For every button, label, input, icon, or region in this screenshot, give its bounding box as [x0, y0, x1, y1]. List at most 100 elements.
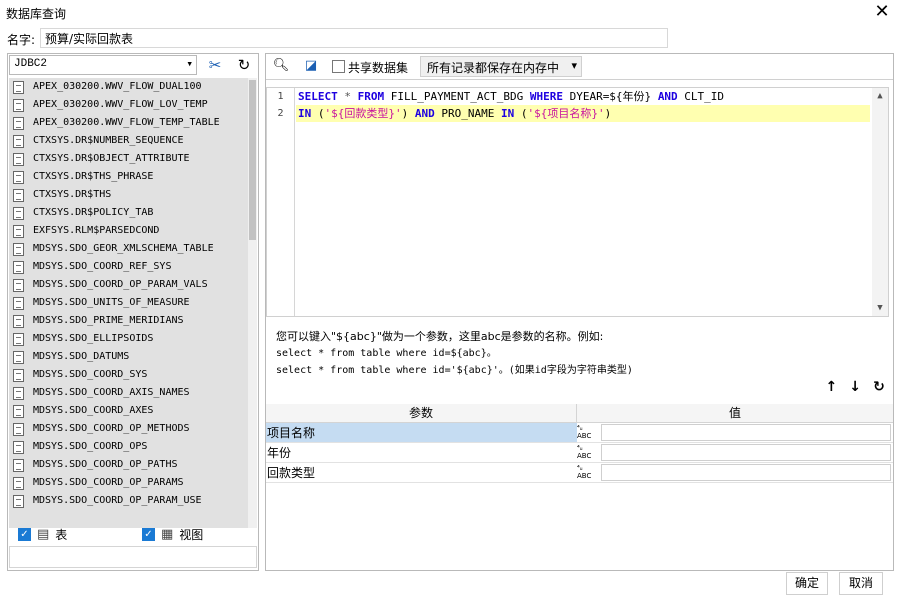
table-list-item[interactable]: MDSYS.SDO_ELLIPSOIDS [9, 330, 249, 348]
string-type-icon[interactable]: ⁴ᵤ ABC [577, 463, 601, 482]
name-label: 名字: [7, 33, 36, 47]
scrollbar-thumb[interactable] [249, 80, 256, 240]
table-list-item[interactable]: CTXSYS.DR$THS [9, 186, 249, 204]
close-icon[interactable]: ✕ [872, 2, 892, 22]
ok-button[interactable]: 确定 [786, 572, 828, 595]
table-list-item[interactable]: MDSYS.SDO_PRIME_MERIDIANS [9, 312, 249, 330]
table-name: CTXSYS.DR$NUMBER_SEQUENCE [33, 135, 184, 146]
table-name: EXFSYS.RLM$PARSEDCOND [33, 225, 160, 236]
string-type-icon[interactable]: ⁴ᵤ ABC [577, 443, 601, 462]
refresh-params-icon[interactable]: ↻ [869, 379, 889, 395]
help-example: select * from table where id='${abc}'。(如… [276, 365, 633, 376]
table-list-item[interactable]: MDSYS.SDO_COORD_OPS [9, 438, 249, 456]
code-line: IN ('${回款类型}') AND PRO_NAME IN ('${项目名称}… [296, 105, 870, 122]
scroll-down-icon[interactable]: ▼ [872, 303, 888, 313]
table-browser-panel: JDBC2 ▾ ✂ ↻ APEX_030200.WWV_FLOW_DUAL100… [7, 53, 259, 571]
table-name: CTXSYS.DR$OBJECT_ATTRIBUTE [33, 153, 190, 164]
table-icon [13, 99, 24, 112]
shared-dataset-checkbox[interactable] [332, 60, 345, 76]
table-list-item[interactable]: CTXSYS.DR$NUMBER_SEQUENCE [9, 132, 249, 150]
table-list-scrollbar[interactable] [248, 78, 257, 528]
code-line: SELECT * FROM FILL_PAYMENT_ACT_BDG WHERE… [298, 90, 725, 103]
table-icon [13, 297, 24, 310]
param-value-input[interactable] [601, 464, 891, 481]
table-icon [13, 423, 24, 436]
table-list-item[interactable]: MDSYS.SDO_DATUMS [9, 348, 249, 366]
table-list-item[interactable]: CTXSYS.DR$OBJECT_ATTRIBUTE [9, 150, 249, 168]
table-icon [13, 243, 24, 256]
line-number: 2 [277, 108, 284, 119]
table-list-item[interactable]: APEX_030200.WWV_FLOW_TEMP_TABLE [9, 114, 249, 132]
query-panel: 🔍︎ ◪ 共享数据集 所有记录都保存在内存中 ▾ 1 2 SELECT * FR… [265, 53, 894, 571]
view-checkbox[interactable]: ✓ [142, 527, 155, 541]
sql-code[interactable]: SELECT * FROM FILL_PAYMENT_ACT_BDG WHERE… [296, 88, 870, 122]
table-icon [13, 369, 24, 382]
shared-dataset-label: 共享数据集 [348, 61, 409, 75]
help-example: select * from table where id=${abc}。 [276, 348, 497, 359]
line-number: 1 [277, 91, 284, 102]
table-list-item[interactable]: MDSYS.SDO_COORD_REF_SYS [9, 258, 249, 276]
table-name: MDSYS.SDO_COORD_AXIS_NAMES [33, 387, 190, 398]
editor-scrollbar[interactable]: ▲ ▼ [872, 88, 888, 316]
value-column-header: 值 [728, 406, 741, 420]
window-title: 数据库查询 [6, 7, 67, 21]
table-icon [13, 477, 24, 490]
table-list-item[interactable]: MDSYS.SDO_COORD_AXES [9, 402, 249, 420]
table-list-item[interactable]: CTXSYS.DR$POLICY_TAB [9, 204, 249, 222]
refresh-icon[interactable]: ↻ [232, 55, 256, 75]
name-input[interactable]: 预算/实际回款表 [40, 28, 668, 48]
table-list-item[interactable]: MDSYS.SDO_COORD_OP_METHODS [9, 420, 249, 438]
table-list-item[interactable]: APEX_030200.WWV_FLOW_LOV_TEMP [9, 96, 249, 114]
table-list-item[interactable]: MDSYS.SDO_COORD_OP_PATHS [9, 456, 249, 474]
scroll-up-icon[interactable]: ▲ [872, 91, 888, 101]
table-list-item[interactable]: MDSYS.SDO_COORD_OP_PARAM_VALS [9, 276, 249, 294]
table-list-item[interactable]: MDSYS.SDO_COORD_AXIS_NAMES [9, 384, 249, 402]
table-name: MDSYS.SDO_COORD_OP_PATHS [33, 459, 178, 470]
chevron-down-icon: ▾ [186, 59, 193, 71]
table-name: MDSYS.SDO_COORD_OP_METHODS [33, 423, 190, 434]
param-value-input[interactable] [601, 444, 891, 461]
table-icon [13, 351, 24, 364]
param-name: 回款类型 [267, 466, 316, 480]
cancel-button[interactable]: 取消 [839, 572, 883, 595]
connection-select[interactable]: JDBC2 ▾ [9, 55, 197, 75]
move-down-icon[interactable]: ↓ [845, 379, 865, 395]
sql-builder-icon[interactable]: ◪ [302, 57, 320, 75]
table-name: MDSYS.SDO_ELLIPSOIDS [33, 333, 154, 344]
table-name: CTXSYS.DR$POLICY_TAB [33, 207, 154, 218]
parameter-help: 您可以键入"${abc}"做为一个参数，这里abc是参数的名称。例如: sele… [276, 328, 633, 379]
table-name: MDSYS.SDO_COORD_REF_SYS [33, 261, 172, 272]
preview-icon[interactable]: 🔍︎ [272, 57, 290, 75]
table-list-item[interactable]: MDSYS.SDO_COORD_SYS [9, 366, 249, 384]
view-filter[interactable]: ✓ ▦ 视图 [142, 525, 203, 543]
param-name: 项目名称 [266, 423, 577, 442]
table-list-item[interactable]: MDSYS.SDO_COORD_OP_PARAMS [9, 474, 249, 492]
table-filter-label: 表 [55, 527, 68, 542]
table-search-input[interactable] [9, 546, 257, 568]
table-list-item[interactable]: MDSYS.SDO_UNITS_OF_MEASURE [9, 294, 249, 312]
table-list-item[interactable]: MDSYS.SDO_COORD_OP_PARAM_USE [9, 492, 249, 510]
table-list-item[interactable]: CTXSYS.DR$THS_PHRASE [9, 168, 249, 186]
parameter-row[interactable]: 回款类型 ⁴ᵤ ABC [266, 463, 893, 483]
parameter-row[interactable]: 项目名称 ⁴ᵤ ABC [266, 423, 893, 443]
table-filter[interactable]: ✓ ▤ 表 [18, 525, 67, 543]
table-list-item[interactable]: MDSYS.SDO_GEOR_XMLSCHEMA_TABLE [9, 240, 249, 258]
view-filter-label: 视图 [179, 527, 204, 542]
param-column-header: 参数 [266, 404, 577, 422]
move-up-icon[interactable]: ↑ [821, 379, 841, 395]
table-name: MDSYS.SDO_COORD_SYS [33, 369, 148, 380]
table-name: CTXSYS.DR$THS [33, 189, 112, 200]
table-checkbox[interactable]: ✓ [18, 527, 31, 541]
table-icon [13, 225, 24, 238]
param-value-input[interactable] [601, 424, 891, 441]
string-type-icon[interactable]: ⁴ᵤ ABC [577, 423, 601, 442]
connection-settings-icon[interactable]: ✂ [203, 55, 227, 75]
table-list-item[interactable]: APEX_030200.WWV_FLOW_DUAL100 [9, 78, 249, 96]
sql-editor[interactable]: 1 2 SELECT * FROM FILL_PAYMENT_ACT_BDG W… [266, 87, 889, 317]
table-icon [13, 81, 24, 94]
table-list-item[interactable]: EXFSYS.RLM$PARSEDCOND [9, 222, 249, 240]
table-icon [13, 441, 24, 454]
memory-mode-select[interactable]: 所有记录都保存在内存中 ▾ [420, 56, 582, 77]
connection-value: JDBC2 [14, 58, 48, 70]
parameter-row[interactable]: 年份 ⁴ᵤ ABC [266, 443, 893, 463]
